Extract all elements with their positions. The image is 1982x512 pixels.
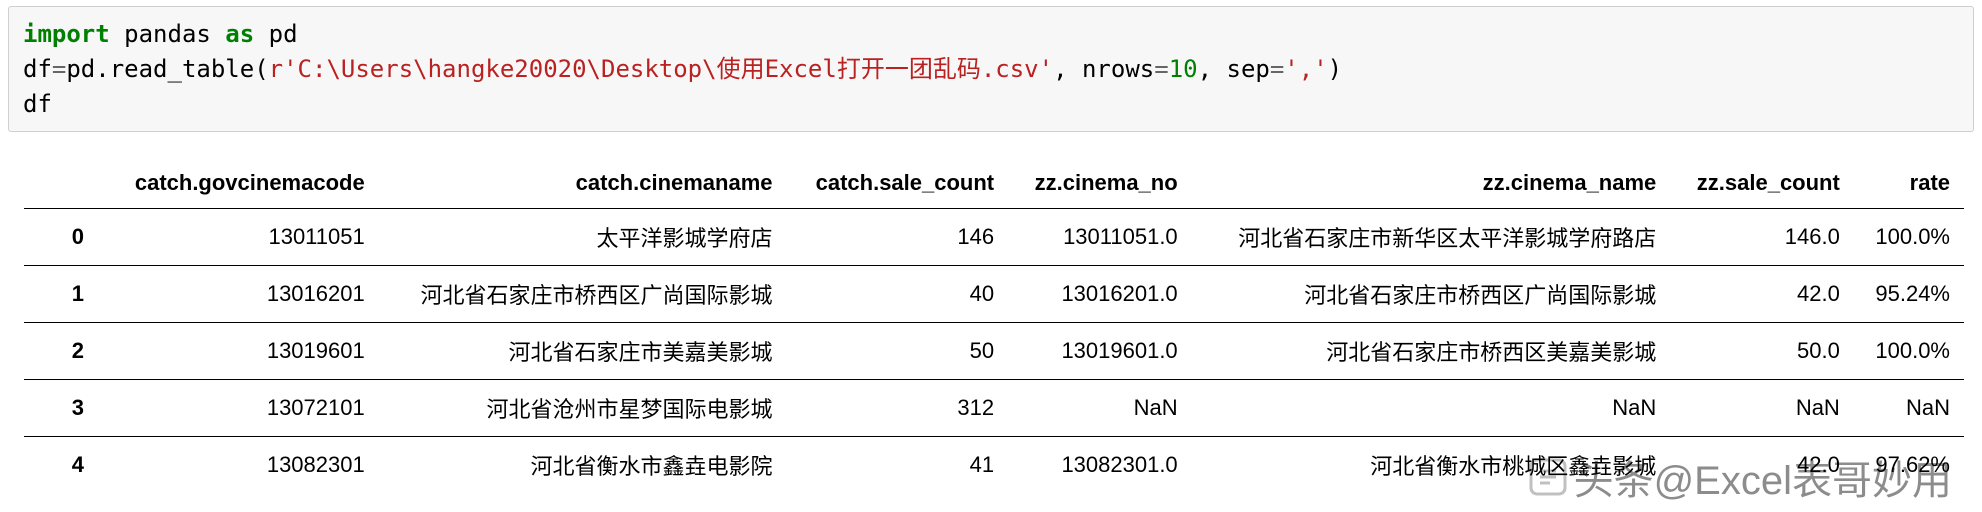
kw-import: import bbox=[23, 20, 110, 48]
dataframe-table: catch.govcinemacode catch.cinemaname cat… bbox=[24, 158, 1964, 493]
row-index: 0 bbox=[24, 209, 102, 266]
code-text: pd bbox=[254, 20, 297, 48]
cell: NaN bbox=[1854, 380, 1964, 437]
dataframe-output: catch.govcinemacode catch.cinemaname cat… bbox=[0, 144, 1982, 501]
row-index: 4 bbox=[24, 437, 102, 494]
col-header: catch.cinemaname bbox=[379, 158, 787, 209]
op-eq: = bbox=[1270, 55, 1284, 83]
cell: 太平洋影城学府店 bbox=[379, 209, 787, 266]
cell: 13082301 bbox=[102, 437, 379, 494]
table-row: 0 13011051 太平洋影城学府店 146 13011051.0 河北省石家… bbox=[24, 209, 1964, 266]
code-string: r'C:\Users\hangke20020\Desktop\使用Excel打开… bbox=[269, 55, 1053, 83]
cell: 河北省石家庄市美嘉美影城 bbox=[379, 323, 787, 380]
col-header: zz.sale_count bbox=[1670, 158, 1854, 209]
code-text: , nrows bbox=[1053, 55, 1154, 83]
cell: 河北省衡水市桃城区鑫垚影城 bbox=[1192, 437, 1671, 494]
index-header bbox=[24, 158, 102, 209]
cell: 42.0 bbox=[1670, 437, 1854, 494]
cell: 13082301.0 bbox=[1008, 437, 1192, 494]
col-header: rate bbox=[1854, 158, 1964, 209]
col-header: catch.govcinemacode bbox=[102, 158, 379, 209]
table-row: 1 13016201 河北省石家庄市桥西区广尚国际影城 40 13016201.… bbox=[24, 266, 1964, 323]
code-text: ) bbox=[1328, 55, 1342, 83]
header-row: catch.govcinemacode catch.cinemaname cat… bbox=[24, 158, 1964, 209]
row-index: 1 bbox=[24, 266, 102, 323]
cell: 50.0 bbox=[1670, 323, 1854, 380]
op-eq: = bbox=[1154, 55, 1168, 83]
cell: 100.0% bbox=[1854, 323, 1964, 380]
table-row: 3 13072101 河北省沧州市星梦国际电影城 312 NaN NaN NaN… bbox=[24, 380, 1964, 437]
cell: 312 bbox=[787, 380, 1009, 437]
cell: 50 bbox=[787, 323, 1009, 380]
cell: 100.0% bbox=[1854, 209, 1964, 266]
cell: 13072101 bbox=[102, 380, 379, 437]
cell: 河北省沧州市星梦国际电影城 bbox=[379, 380, 787, 437]
cell: 13019601 bbox=[102, 323, 379, 380]
cell: 河北省石家庄市桥西区广尚国际影城 bbox=[379, 266, 787, 323]
cell: 河北省石家庄市桥西区美嘉美影城 bbox=[1192, 323, 1671, 380]
code-cell: import pandas as pd df=pd.read_table(r'C… bbox=[8, 6, 1974, 132]
cell: 146 bbox=[787, 209, 1009, 266]
cell: 13011051.0 bbox=[1008, 209, 1192, 266]
row-index: 2 bbox=[24, 323, 102, 380]
cell: 41 bbox=[787, 437, 1009, 494]
cell: NaN bbox=[1008, 380, 1192, 437]
cell: 河北省石家庄市桥西区广尚国际影城 bbox=[1192, 266, 1671, 323]
op-eq: = bbox=[52, 55, 66, 83]
cell: 河北省石家庄市新华区太平洋影城学府路店 bbox=[1192, 209, 1671, 266]
table-row: 2 13019601 河北省石家庄市美嘉美影城 50 13019601.0 河北… bbox=[24, 323, 1964, 380]
cell: 42.0 bbox=[1670, 266, 1854, 323]
cell: 13016201 bbox=[102, 266, 379, 323]
col-header: catch.sale_count bbox=[787, 158, 1009, 209]
code-text: pandas bbox=[110, 20, 226, 48]
cell: 95.24% bbox=[1854, 266, 1964, 323]
code-text: pd.read_table( bbox=[66, 55, 268, 83]
cell: 13019601.0 bbox=[1008, 323, 1192, 380]
code-text: df bbox=[23, 90, 52, 118]
col-header: zz.cinema_name bbox=[1192, 158, 1671, 209]
cell: 13016201.0 bbox=[1008, 266, 1192, 323]
row-index: 3 bbox=[24, 380, 102, 437]
col-header: zz.cinema_no bbox=[1008, 158, 1192, 209]
code-text: df bbox=[23, 55, 52, 83]
kw-as: as bbox=[225, 20, 254, 48]
cell: 40 bbox=[787, 266, 1009, 323]
cell: 河北省衡水市鑫垚电影院 bbox=[379, 437, 787, 494]
code-number: 10 bbox=[1169, 55, 1198, 83]
cell: NaN bbox=[1670, 380, 1854, 437]
cell: 97.62% bbox=[1854, 437, 1964, 494]
cell: 146.0 bbox=[1670, 209, 1854, 266]
cell: NaN bbox=[1192, 380, 1671, 437]
cell: 13011051 bbox=[102, 209, 379, 266]
table-row: 4 13082301 河北省衡水市鑫垚电影院 41 13082301.0 河北省… bbox=[24, 437, 1964, 494]
code-text: , sep bbox=[1198, 55, 1270, 83]
code-string: ',' bbox=[1284, 55, 1327, 83]
